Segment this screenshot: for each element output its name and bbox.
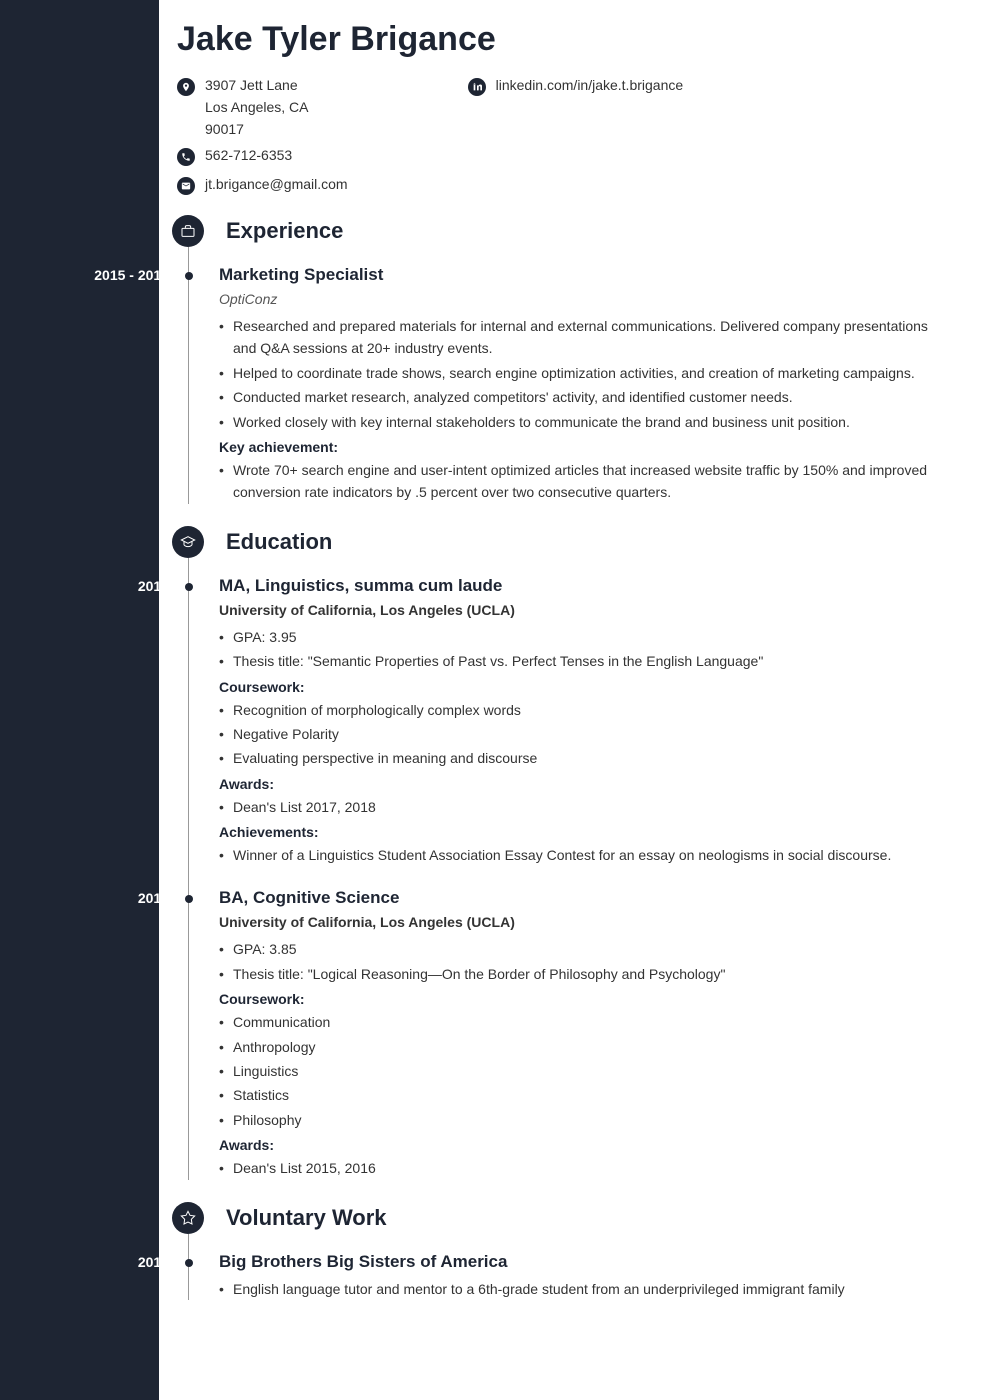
bullet: Thesis title: "Logical Reasoning—On the … bbox=[219, 963, 950, 985]
entry-title: Big Brothers Big Sisters of America bbox=[219, 1252, 950, 1272]
address-line3: 90017 bbox=[205, 121, 309, 137]
coursework-label: Coursework: bbox=[219, 679, 950, 695]
coursework-label: Coursework: bbox=[219, 991, 950, 1007]
contacts-row: 3907 Jett Lane Los Angeles, CA 90017 562… bbox=[177, 77, 950, 195]
phone-text: 562-712-6353 bbox=[205, 147, 292, 163]
sidebar bbox=[0, 0, 159, 1400]
email: jt.brigance@gmail.com bbox=[177, 176, 348, 195]
entry-school: University of California, Los Angeles (U… bbox=[219, 914, 950, 930]
coursework-bullets: Recognition of morphologically complex w… bbox=[219, 699, 950, 770]
timeline-line bbox=[188, 558, 189, 1180]
entry-date: 2015 - 2019 bbox=[29, 267, 169, 283]
key-achievement-bullets: Wrote 70+ search engine and user-intent … bbox=[219, 459, 950, 504]
bullet: Negative Polarity bbox=[219, 723, 950, 745]
voluntary-entry: 2016 Big Brothers Big Sisters of America… bbox=[219, 1252, 950, 1300]
awards-bullets: Dean's List 2017, 2018 bbox=[219, 796, 950, 818]
bullet: Conducted market research, analyzed comp… bbox=[219, 386, 950, 408]
entry-title: MA, Linguistics, summa cum laude bbox=[219, 576, 950, 596]
bullet: GPA: 3.95 bbox=[219, 626, 950, 648]
contacts-right: linkedin.com/in/jake.t.brigance bbox=[468, 77, 684, 195]
achievements-bullets: Winner of a Linguistics Student Associat… bbox=[219, 844, 950, 866]
timeline-dot bbox=[185, 1259, 193, 1267]
section-experience: Experience 2015 - 2019 Marketing Special… bbox=[219, 215, 950, 504]
entry-title: BA, Cognitive Science bbox=[219, 888, 950, 908]
contacts-left: 3907 Jett Lane Los Angeles, CA 90017 562… bbox=[177, 77, 348, 195]
education-entry: 2014 BA, Cognitive Science University of… bbox=[219, 888, 950, 1179]
graduation-icon bbox=[172, 526, 204, 558]
awards-label: Awards: bbox=[219, 1137, 950, 1153]
entry-bullets: Researched and prepared materials for in… bbox=[219, 315, 950, 433]
linkedin-text: linkedin.com/in/jake.t.brigance bbox=[496, 77, 684, 93]
bullet: Winner of a Linguistics Student Associat… bbox=[219, 844, 950, 866]
timeline-dot bbox=[185, 272, 193, 280]
bullet: Worked closely with key internal stakeho… bbox=[219, 411, 950, 433]
bullet: GPA: 3.85 bbox=[219, 938, 950, 960]
bullet: English language tutor and mentor to a 6… bbox=[219, 1278, 950, 1300]
awards-label: Awards: bbox=[219, 776, 950, 792]
bullet: Wrote 70+ search engine and user-intent … bbox=[219, 459, 950, 504]
bullet: Linguistics bbox=[219, 1060, 950, 1082]
section-title-education: Education bbox=[226, 529, 332, 555]
bullet: Communication bbox=[219, 1011, 950, 1033]
awards-bullets: Dean's List 2015, 2016 bbox=[219, 1157, 950, 1179]
experience-entry: 2015 - 2019 Marketing Specialist OptiCon… bbox=[219, 265, 950, 504]
bullet: Philosophy bbox=[219, 1109, 950, 1131]
bullet: Helped to coordinate trade shows, search… bbox=[219, 362, 950, 384]
email-icon bbox=[177, 177, 195, 195]
timeline-dot bbox=[185, 583, 193, 591]
timeline-line bbox=[188, 1234, 189, 1300]
linkedin: linkedin.com/in/jake.t.brigance bbox=[468, 77, 684, 96]
bullet: Thesis title: "Semantic Properties of Pa… bbox=[219, 650, 950, 672]
section-title-voluntary: Voluntary Work bbox=[226, 1205, 387, 1231]
key-achievement-label: Key achievement: bbox=[219, 439, 950, 455]
phone-icon bbox=[177, 148, 195, 166]
bullet: Anthropology bbox=[219, 1036, 950, 1058]
entry-company: OptiConz bbox=[219, 291, 950, 307]
bullet: Statistics bbox=[219, 1084, 950, 1106]
entry-bullets: GPA: 3.85 Thesis title: "Logical Reasoni… bbox=[219, 938, 950, 985]
coursework-bullets: Communication Anthropology Linguistics S… bbox=[219, 1011, 950, 1131]
bullet: Evaluating perspective in meaning and di… bbox=[219, 747, 950, 769]
phone: 562-712-6353 bbox=[177, 147, 348, 166]
entry-date: 2014 bbox=[29, 890, 169, 906]
star-icon bbox=[172, 1202, 204, 1234]
linkedin-icon bbox=[468, 78, 486, 96]
bullet: Recognition of morphologically complex w… bbox=[219, 699, 950, 721]
entry-title: Marketing Specialist bbox=[219, 265, 950, 285]
bullet: Dean's List 2017, 2018 bbox=[219, 796, 950, 818]
timeline-line bbox=[188, 247, 189, 504]
address-line2: Los Angeles, CA bbox=[205, 99, 309, 115]
entry-date: 2016 bbox=[29, 1254, 169, 1270]
section-title-experience: Experience bbox=[226, 218, 343, 244]
entry-bullets: English language tutor and mentor to a 6… bbox=[219, 1278, 950, 1300]
briefcase-icon bbox=[172, 215, 204, 247]
address-line1: 3907 Jett Lane bbox=[205, 77, 309, 93]
achievements-label: Achievements: bbox=[219, 824, 950, 840]
full-name: Jake Tyler Brigance bbox=[177, 20, 950, 59]
timeline-dot bbox=[185, 895, 193, 903]
bullet: Dean's List 2015, 2016 bbox=[219, 1157, 950, 1179]
entry-bullets: GPA: 3.95 Thesis title: "Semantic Proper… bbox=[219, 626, 950, 673]
location-icon bbox=[177, 78, 195, 96]
main-content: Jake Tyler Brigance 3907 Jett Lane Los A… bbox=[159, 0, 990, 1400]
entry-date: 2018 bbox=[29, 578, 169, 594]
bullet: Researched and prepared materials for in… bbox=[219, 315, 950, 360]
section-education: Education 2018 MA, Linguistics, summa cu… bbox=[219, 526, 950, 1180]
section-voluntary: Voluntary Work 2016 Big Brothers Big Sis… bbox=[219, 1202, 950, 1300]
entry-school: University of California, Los Angeles (U… bbox=[219, 602, 950, 618]
address: 3907 Jett Lane Los Angeles, CA 90017 bbox=[177, 77, 348, 137]
education-entry: 2018 MA, Linguistics, summa cum laude Un… bbox=[219, 576, 950, 867]
email-text: jt.brigance@gmail.com bbox=[205, 176, 348, 192]
